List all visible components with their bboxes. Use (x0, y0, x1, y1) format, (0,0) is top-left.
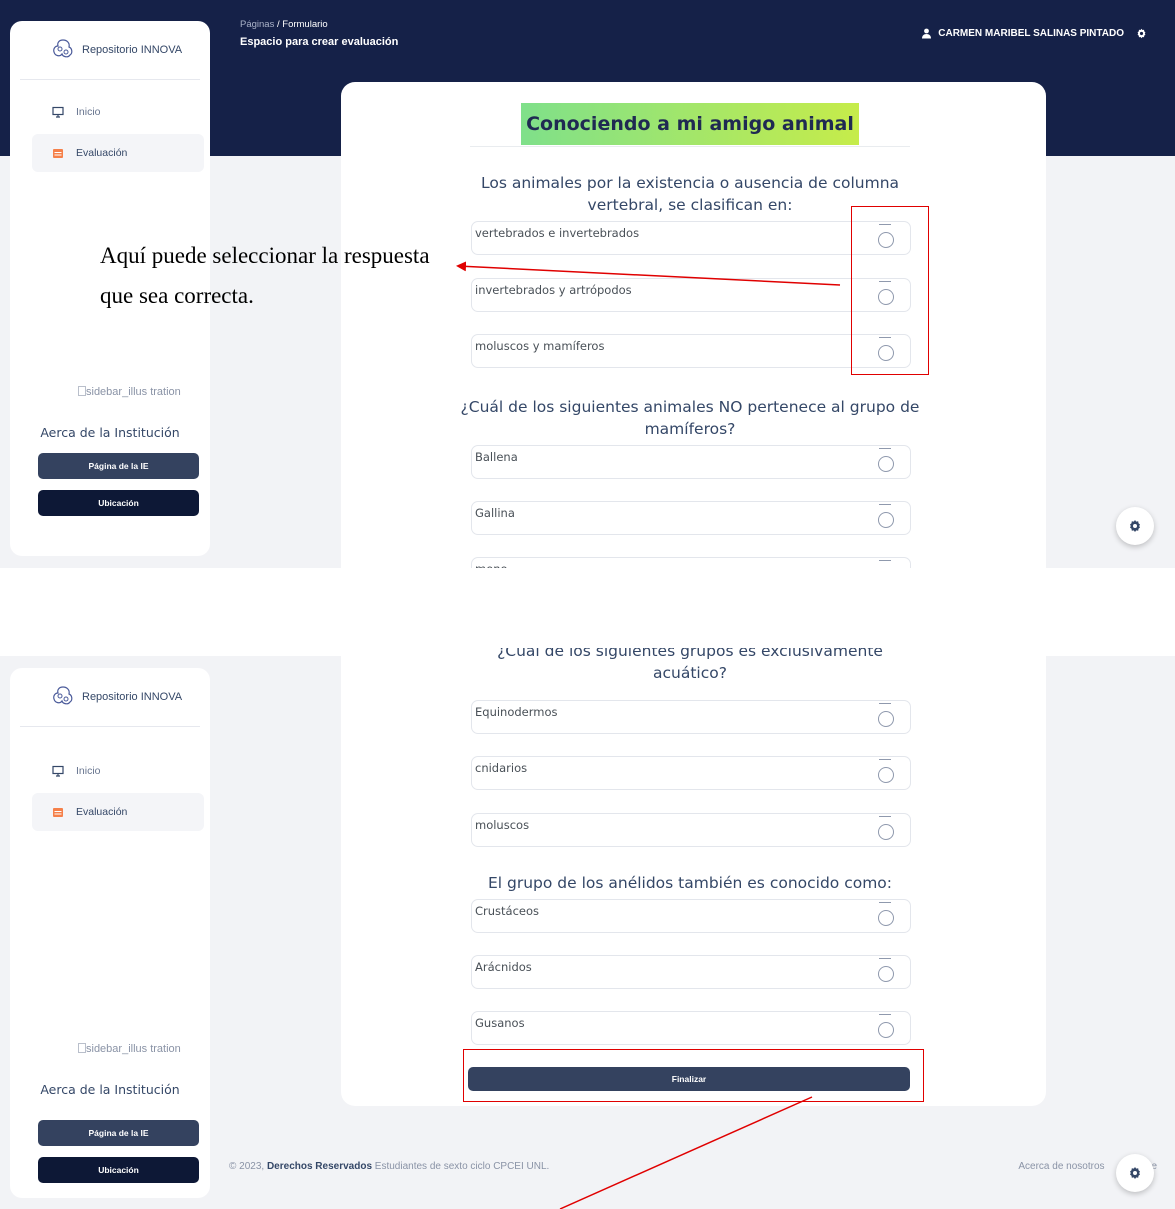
about-title: Aerca de la Institución (40, 425, 180, 440)
gear-icon (1130, 520, 1140, 532)
ie-page-button[interactable]: Página de la IE (38, 1120, 199, 1146)
breadcrumb: Páginas / Formulario (240, 19, 328, 30)
annotation-box-finish (463, 1049, 924, 1102)
monitor-icon (52, 765, 64, 777)
sidebar-item-evaluacion[interactable]: Evaluación (32, 134, 204, 172)
sidebar-divider (20, 79, 200, 80)
radio-button[interactable] (878, 711, 894, 727)
broken-image-icon (78, 386, 86, 396)
radio-button[interactable] (878, 910, 894, 926)
logo-icon (53, 39, 73, 58)
logo-icon (53, 686, 73, 705)
form-card (341, 82, 1046, 568)
calendar-icon (53, 149, 63, 158)
page-title: Espacio para crear evaluación (240, 36, 399, 48)
radio-button[interactable] (878, 767, 894, 783)
form-title: Conociendo a mi amigo animal (521, 103, 859, 145)
option-q3-c[interactable]: moluscos (471, 813, 911, 847)
broken-image-icon (78, 1043, 86, 1053)
about-us-link[interactable]: Acerca de nosotros (1018, 1161, 1104, 1172)
location-button[interactable]: Ubicación (38, 490, 199, 516)
option-q3-a[interactable]: Equinodermos (471, 700, 911, 734)
radio-button[interactable] (878, 966, 894, 982)
option-q2-b[interactable]: Gallina (471, 501, 911, 535)
question-3: ¿Cuál de los siguientes grupos es exclus… (497, 648, 883, 682)
sidebar-illustration: sidebar_illus tration (78, 1042, 181, 1057)
annotation-box-radios (851, 206, 929, 375)
breadcrumb-current: Formulario (282, 19, 328, 30)
sidebar-illustration: sidebar_illus tration (78, 385, 181, 400)
radio-button[interactable] (878, 1022, 894, 1038)
option-q1-a[interactable]: vertebrados e invertebrados (471, 221, 911, 255)
sidebar-item-evaluacion[interactable]: Evaluación (32, 793, 204, 831)
sidebar-divider (20, 726, 200, 727)
brand-name: Repositorio INNOVA (82, 44, 183, 56)
question-4: El grupo de los anélidos también es cono… (487, 874, 893, 892)
radio-button[interactable] (878, 512, 894, 528)
option-q2-a[interactable]: Ballena (471, 445, 911, 479)
sidebar-item-label: Inicio (76, 106, 101, 118)
question-2: ¿Cuál de los siguientes animales NO pert… (460, 398, 920, 438)
brand-link[interactable]: Repositorio INNOVA (50, 684, 182, 710)
option-q3-b[interactable]: cnidarios (471, 756, 911, 790)
sidebar-item-inicio[interactable]: Inicio (32, 93, 204, 131)
annotation-note: Aquí puede seleccionar la respuesta que … (100, 243, 430, 308)
title-divider (470, 146, 910, 147)
brand-name: Repositorio INNOVA (82, 691, 183, 703)
user-name: CARMEN MARIBEL SALINAS PINTADO (938, 28, 1124, 39)
radio-button[interactable] (878, 456, 894, 472)
option-q4-a[interactable]: Crustáceos (471, 899, 911, 933)
sidebar: Repositorio INNOVA Inicio Evaluación sid… (10, 668, 210, 1198)
option-q2-c[interactable]: mono (471, 557, 911, 568)
calendar-icon (53, 808, 63, 817)
option-q1-b[interactable]: invertebrados y artrópodos (471, 278, 911, 312)
option-q4-c[interactable]: Gusanos (471, 1011, 911, 1045)
footer-copyright: © 2023, Derechos Reservados Estudiantes … (229, 1161, 550, 1172)
config-gear-button[interactable] (1116, 1154, 1154, 1192)
ie-page-button[interactable]: Página de la IE (38, 453, 199, 479)
user-menu[interactable]: CARMEN MARIBEL SALINAS PINTADO (921, 28, 1147, 39)
location-button[interactable]: Ubicación (38, 1157, 199, 1183)
config-gear-button[interactable] (1116, 507, 1154, 545)
sidebar-item-label: Evaluación (76, 806, 128, 818)
brand-link[interactable]: Repositorio INNOVA (50, 37, 182, 63)
radio-button[interactable] (878, 824, 894, 840)
option-q1-c[interactable]: moluscos y mamíferos (471, 334, 911, 368)
breadcrumb-parent[interactable]: Páginas (240, 19, 274, 30)
monitor-icon (52, 106, 64, 118)
sidebar-item-label: Inicio (76, 765, 101, 777)
user-icon (922, 28, 932, 39)
sidebar-item-inicio[interactable]: Inicio (32, 752, 204, 790)
about-title: Aerca de la Institución (40, 1082, 180, 1097)
gear-icon (1130, 1167, 1140, 1179)
option-q4-b[interactable]: Arácnidos (471, 955, 911, 989)
sidebar-item-label: Evaluación (76, 147, 128, 159)
settings-gear-icon[interactable] (1136, 28, 1147, 39)
